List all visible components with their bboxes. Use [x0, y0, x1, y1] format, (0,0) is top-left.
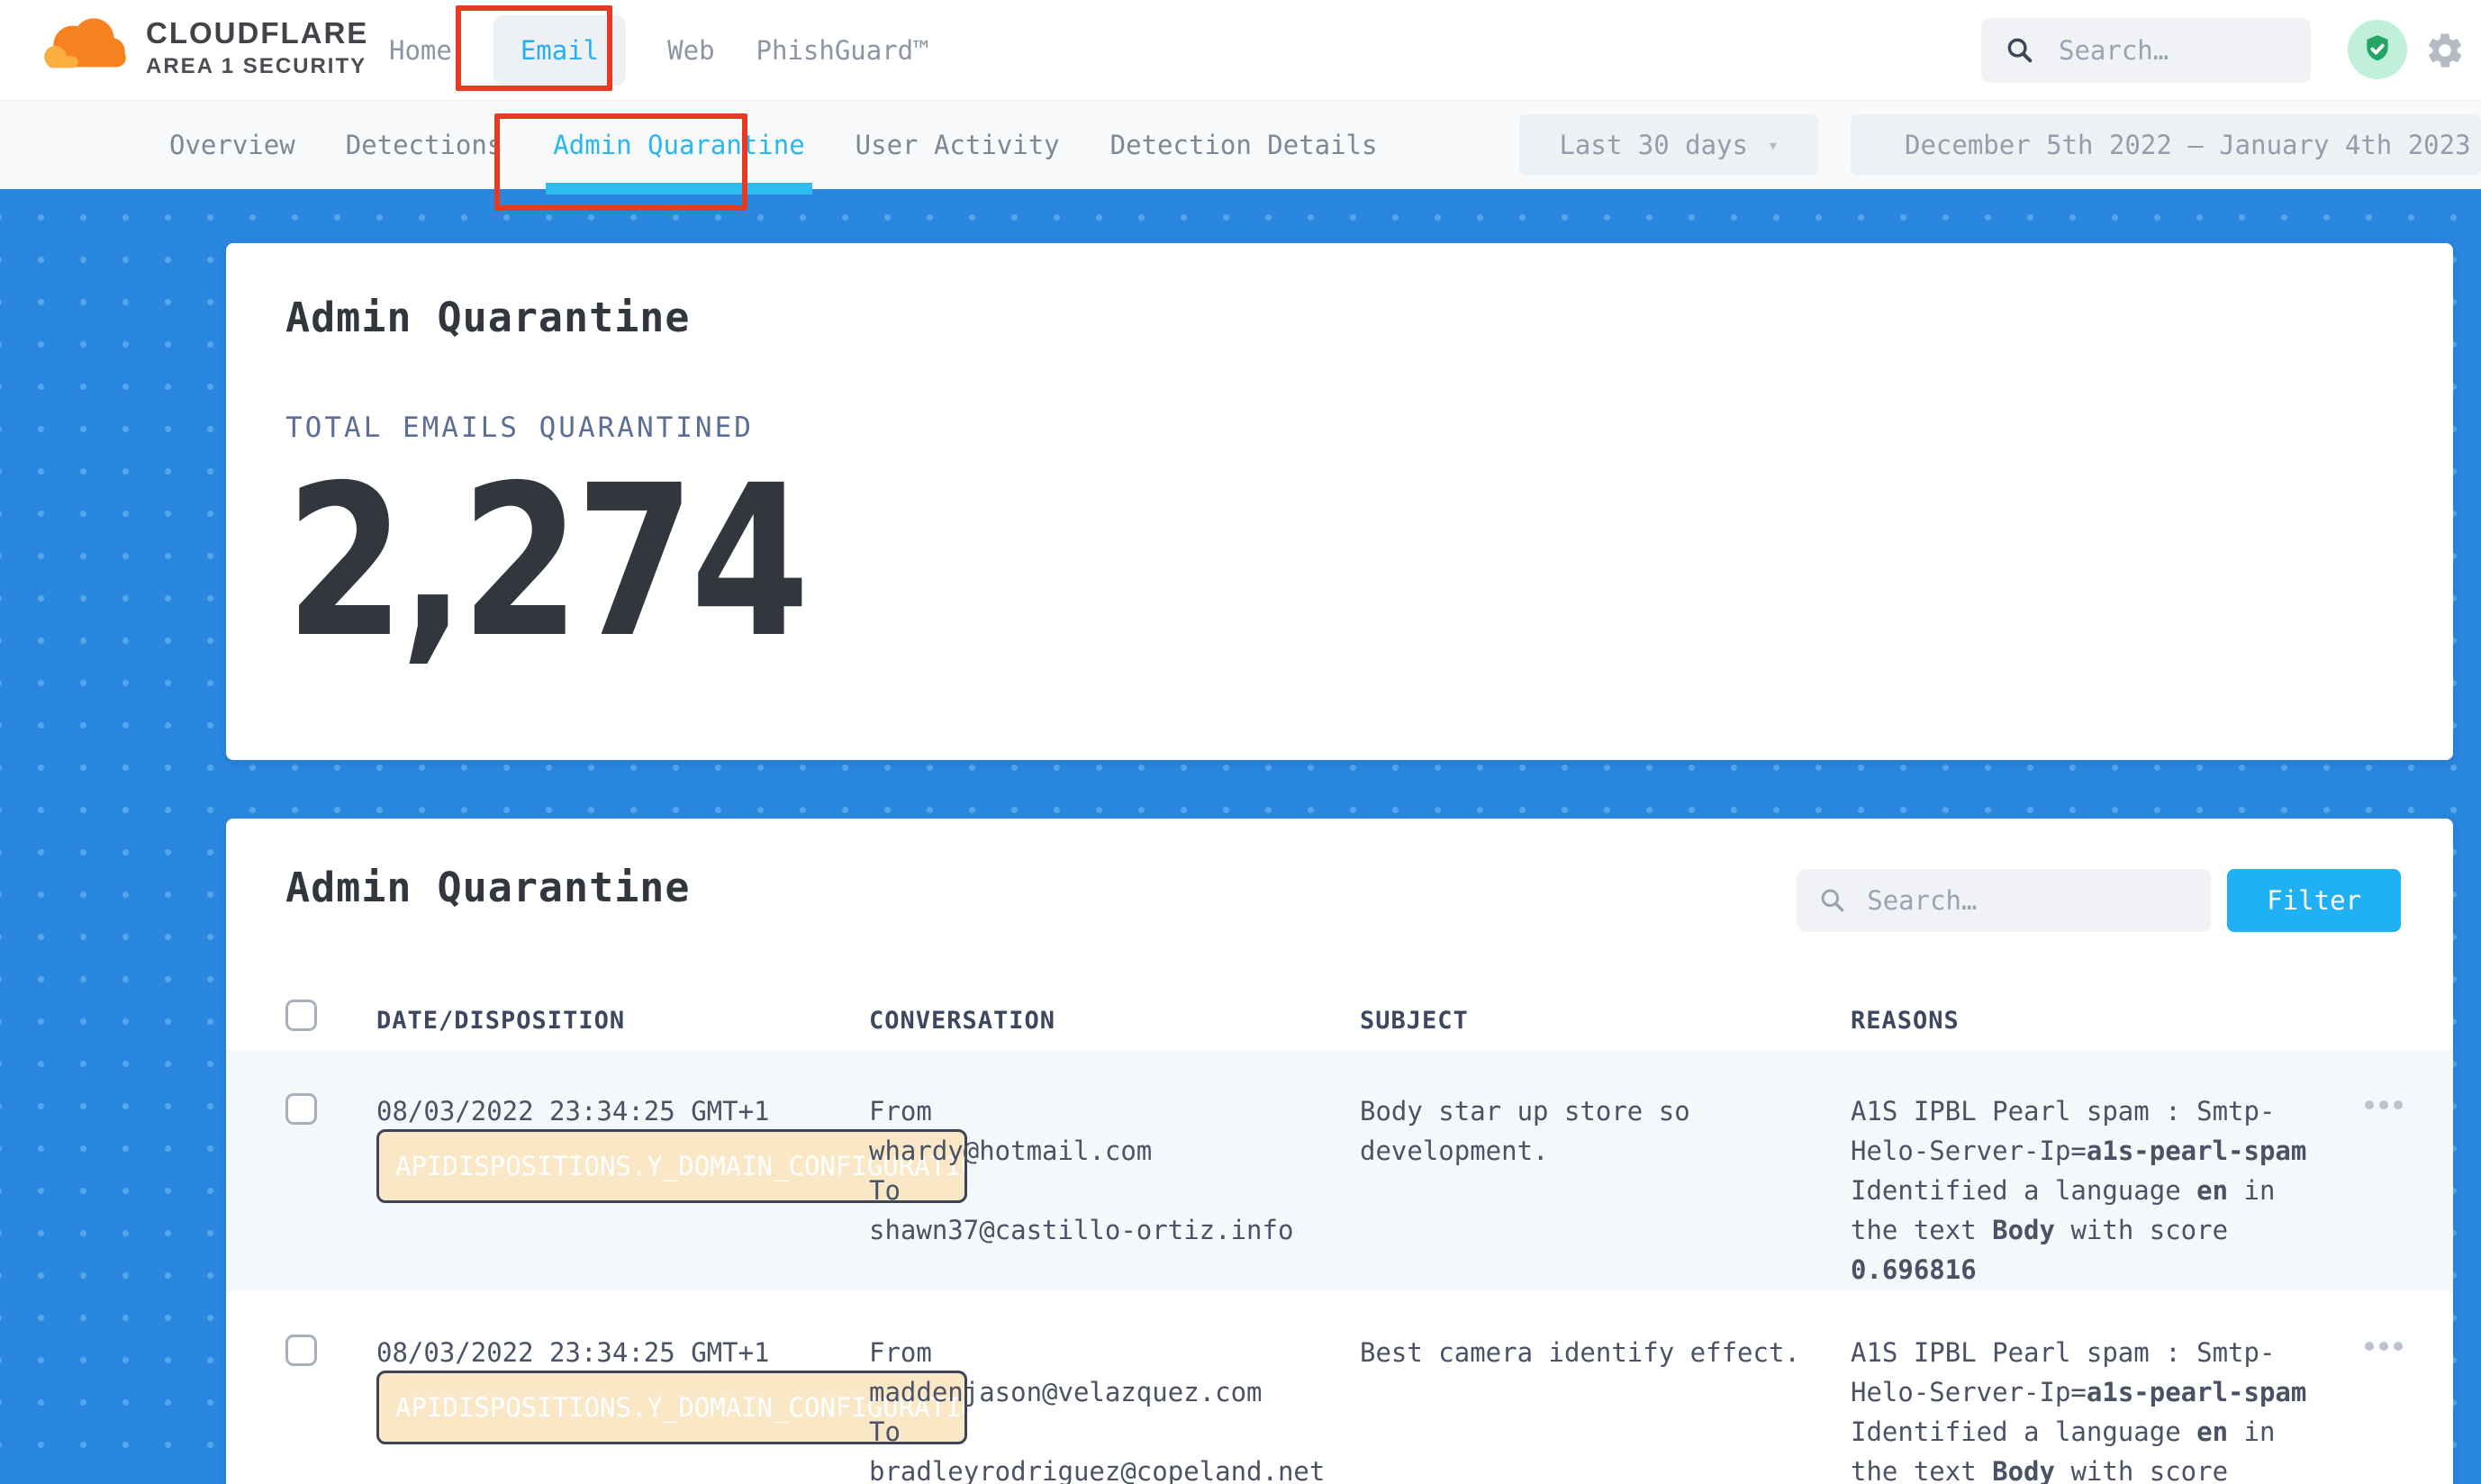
annotation-box-admin-quarantine-tab	[494, 113, 747, 211]
date-range-text: December 5th 2022 — January 4th 2023	[1905, 130, 2471, 160]
global-search-input[interactable]	[2059, 35, 2275, 66]
quarantine-table-card: Admin Quarantine Filter DATE/DISPOSITION…	[226, 819, 2453, 1484]
row-actions-menu[interactable]	[2365, 1100, 2403, 1109]
gear-icon	[2424, 30, 2466, 71]
cell-date: 08/03/2022 23:34:25 GMT+1	[376, 1333, 869, 1372]
global-search[interactable]	[1981, 18, 2311, 83]
table-search[interactable]	[1797, 869, 2211, 932]
date-range-display[interactable]: December 5th 2022 — January 4th 2023	[1851, 114, 2481, 176]
column-header-date: DATE/DISPOSITION	[376, 1007, 625, 1035]
nav-item-home[interactable]: Home	[389, 35, 452, 66]
tab-detections[interactable]: Detections	[346, 101, 503, 189]
from-address: whardy@hotmail.com	[869, 1131, 1360, 1171]
page: CLOUDFLARE AREA 1 SECURITY Home Email We…	[0, 0, 2481, 1484]
row-checkbox[interactable]	[285, 1093, 317, 1125]
row-checkbox[interactable]	[285, 1335, 317, 1366]
cell-conversation: From whardy@hotmail.com To shawn37@casti…	[869, 1091, 1360, 1250]
from-label: From	[869, 1091, 1360, 1131]
chevron-down-icon: ▾	[1768, 134, 1779, 156]
summary-card-title: Admin Quarantine	[285, 294, 2394, 341]
cell-reasons: A1S IPBL Pearl spam : Smtp- Helo-Server-…	[1851, 1091, 2330, 1289]
date-controls: Last 30 days ▾ December 5th 2022 — Janua…	[1519, 114, 2481, 176]
table-toolbar: Filter	[1797, 869, 2401, 932]
from-address: maddenjason@velazquez.com	[869, 1372, 1360, 1412]
subnav-tabs: Overview Detections Admin Quarantine Use…	[169, 101, 1377, 189]
range-selector-label: Last 30 days	[1559, 130, 1748, 160]
tab-overview[interactable]: Overview	[169, 101, 295, 189]
brand-name: CLOUDFLARE	[146, 16, 368, 50]
column-header-conversation: CONVERSATION	[869, 1007, 1055, 1035]
brand-text: CLOUDFLARE AREA 1 SECURITY	[146, 16, 368, 79]
select-all-checkbox[interactable]	[285, 1000, 317, 1031]
brand-subtitle: AREA 1 SECURITY	[146, 54, 368, 79]
column-header-subject: SUBJECT	[1360, 1007, 1469, 1035]
table-search-input[interactable]	[1867, 885, 2164, 916]
to-address: shawn37@castillo-ortiz.info	[869, 1210, 1360, 1250]
protection-status-badge[interactable]	[2348, 20, 2407, 79]
filter-button[interactable]: Filter	[2227, 869, 2401, 932]
column-header-reasons: REASONS	[1851, 1007, 1960, 1035]
content-area: Admin Quarantine TOTAL EMAILS QUARANTINE…	[0, 189, 2481, 1484]
row-actions-menu[interactable]	[2365, 1342, 2403, 1351]
to-address: bradleyrodriguez@copeland.net	[869, 1452, 1360, 1484]
summary-card: Admin Quarantine TOTAL EMAILS QUARANTINE…	[226, 243, 2453, 760]
to-label: To	[869, 1171, 1360, 1210]
cell-subject: Body star up store so development.	[1360, 1091, 1810, 1171]
cell-subject: Best camera identify effect.	[1360, 1333, 1810, 1372]
search-icon	[2005, 35, 2035, 66]
settings-button[interactable]	[2424, 30, 2466, 71]
range-selector-dropdown[interactable]: Last 30 days ▾	[1519, 114, 1818, 176]
topbar: CLOUDFLARE AREA 1 SECURITY Home Email We…	[0, 0, 2481, 101]
from-label: From	[869, 1333, 1360, 1372]
nav-item-web[interactable]: Web	[667, 35, 714, 66]
tab-detection-details[interactable]: Detection Details	[1110, 101, 1378, 189]
cell-conversation: From maddenjason@velazquez.com To bradle…	[869, 1333, 1360, 1484]
shield-check-icon	[2359, 32, 2395, 68]
metric-label: TOTAL EMAILS QUARANTINED	[285, 412, 2394, 444]
cell-date: 08/03/2022 23:34:25 GMT+1	[376, 1091, 869, 1131]
search-icon	[1818, 886, 1847, 915]
section-subnav: Overview Detections Admin Quarantine Use…	[0, 101, 2481, 189]
table-row[interactable]: APIDISPOSITIONS.Y_DOMAIN_CONFIGURATION 0…	[226, 1291, 2453, 1484]
annotation-box-email-nav	[456, 5, 612, 91]
tab-user-activity[interactable]: User Activity	[856, 101, 1060, 189]
brand-logo[interactable]: CLOUDFLARE AREA 1 SECURITY	[36, 13, 368, 83]
nav-item-phishguard[interactable]: PhishGuard™	[756, 35, 929, 66]
metric-value: 2,274	[285, 449, 805, 675]
table-row[interactable]: APIDISPOSITIONS.Y_DOMAIN_CONFIGURATION 0…	[226, 1050, 2453, 1291]
to-label: To	[869, 1412, 1360, 1452]
cell-reasons: A1S IPBL Pearl spam : Smtp- Helo-Server-…	[1851, 1333, 2330, 1484]
cloudflare-cloud-icon	[36, 13, 137, 83]
table-header-row: DATE/DISPOSITION CONVERSATION SUBJECT RE…	[226, 994, 2453, 1050]
